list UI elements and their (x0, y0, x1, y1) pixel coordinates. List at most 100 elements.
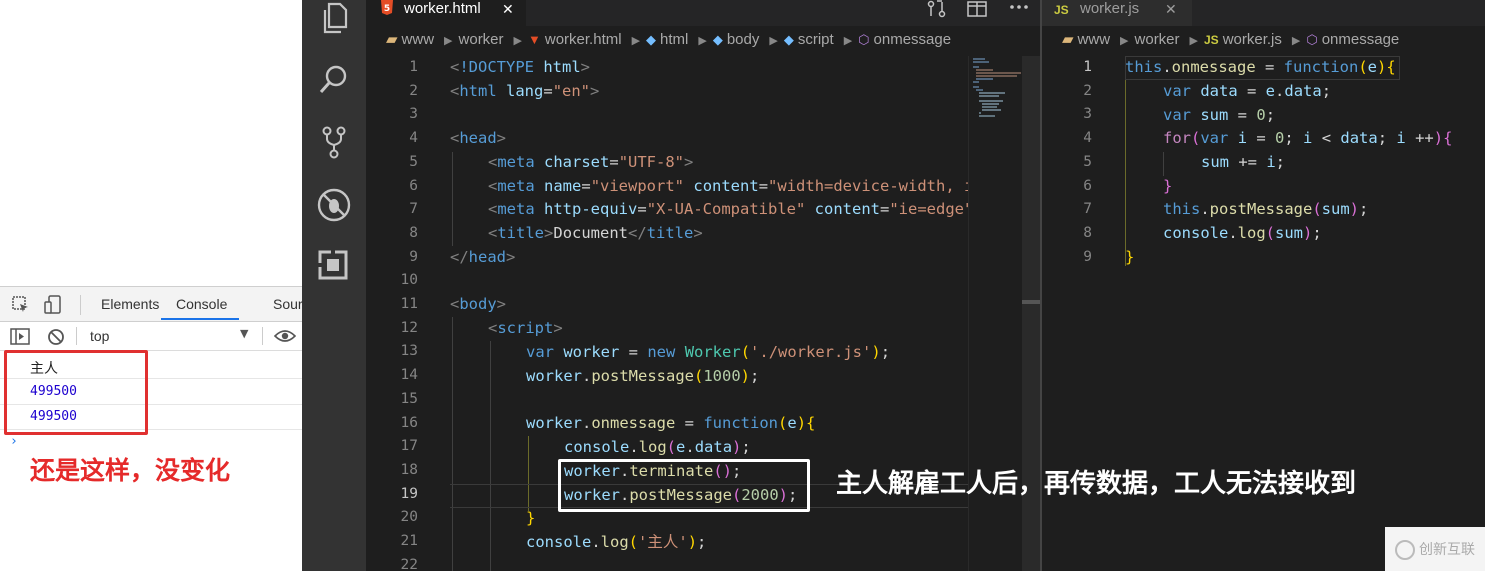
line-number: 15 (400, 390, 418, 407)
devtools-tabbar: Elements Console Sour (0, 286, 303, 322)
line-number: 18 (400, 461, 418, 478)
chevron-right-icon: ▶ (769, 35, 778, 47)
line-number: 22 (400, 556, 418, 571)
line-number: 4 (409, 130, 418, 147)
tab-worker-html[interactable]: 5 worker.html ✕ (366, 0, 526, 26)
compare-icon[interactable] (926, 0, 948, 18)
code-line: var data = e.data; (1163, 82, 1332, 100)
chevron-right-icon: ▶ (843, 35, 853, 47)
search-icon[interactable] (316, 62, 352, 98)
code-line: sum += i; (1201, 153, 1286, 171)
code-line: <meta charset="UTF-8"> (488, 153, 694, 171)
close-icon[interactable]: ✕ (1165, 0, 1177, 19)
eye-icon[interactable] (274, 329, 296, 343)
breadcrumb-item[interactable]: html (660, 31, 688, 48)
folder-icon: ▰ (386, 31, 398, 48)
tab-worker-js[interactable]: JS worker.js ✕ (1042, 0, 1192, 26)
code-line: <!DOCTYPE html> (450, 58, 591, 76)
breadcrumb-item[interactable]: worker.html (545, 31, 622, 48)
split-editor-icon[interactable] (966, 0, 988, 18)
breadcrumb-item[interactable]: onmessage (1322, 31, 1400, 48)
context-selector[interactable]: top (90, 328, 109, 344)
line-number: 20 (400, 509, 418, 526)
line-number: 6 (409, 177, 418, 194)
line-number: 17 (400, 438, 418, 455)
device-toolbar-icon[interactable] (44, 295, 64, 315)
line-number: 3 (1083, 106, 1092, 123)
devtools-panel: Elements Console Sour top ▼ 主人 499500 49… (0, 0, 303, 571)
code-line: worker.postMessage(1000); (526, 367, 760, 385)
sidebar-toggle-icon[interactable] (10, 328, 30, 346)
code-line: console.log('主人'); (526, 533, 707, 551)
source-control-icon[interactable] (316, 124, 352, 160)
tab-console[interactable]: Console (161, 296, 240, 320)
clear-console-icon[interactable] (47, 328, 65, 346)
line-number: 8 (1083, 224, 1092, 241)
line-number: 1 (1083, 59, 1092, 75)
code-line: <script> (488, 319, 563, 337)
line-number: 5 (409, 153, 418, 170)
inspect-icon[interactable] (12, 296, 30, 314)
line-number: 12 (400, 319, 418, 336)
line-number: 5 (1083, 153, 1092, 170)
line-number: 3 (409, 106, 418, 123)
code-line: this.onmessage = function(e){ (1125, 58, 1396, 76)
chevron-right-icon: ▶ (444, 35, 453, 47)
toolbar-divider (80, 295, 81, 315)
close-icon[interactable]: ✕ (502, 0, 514, 19)
breadcrumb-item[interactable]: www (1078, 31, 1111, 48)
tab-label: worker.js (1080, 0, 1140, 17)
code-line: <head> (450, 129, 507, 147)
breadcrumb-item[interactable]: worker (1135, 31, 1180, 48)
white-highlight-box (558, 459, 810, 512)
left-annotation: 还是这样，没变化 (30, 456, 231, 485)
line-number: 2 (1083, 82, 1092, 99)
chevron-down-icon[interactable]: ▼ (240, 327, 248, 340)
code-line: <meta name="viewport" content="width=dev… (488, 177, 968, 195)
code-line: } (526, 509, 536, 527)
tab-sources[interactable]: Sour (273, 296, 303, 312)
breadcrumb-item[interactable]: worker.js (1223, 31, 1282, 48)
line-number: 9 (1083, 248, 1092, 265)
breadcrumb-item[interactable]: www (402, 31, 435, 48)
breadcrumb-item[interactable]: script (798, 31, 834, 48)
breadcrumb-item[interactable]: body (727, 31, 760, 48)
code-line: <html lang="en"> (450, 82, 600, 100)
js-file-icon: JS (1204, 33, 1219, 47)
method-icon: ⬡ (858, 32, 870, 47)
method-icon: ⬡ (1306, 32, 1318, 47)
debug-icon[interactable] (316, 187, 352, 223)
editor-tabbar-right: JS worker.js ✕ (1042, 0, 1485, 26)
code-line: console.log(sum); (1163, 224, 1322, 242)
element-icon: ◆ (712, 32, 723, 47)
code-line: this.postMessage(sum); (1163, 200, 1369, 218)
code-line: <body> (450, 295, 507, 313)
indent-guide (452, 317, 453, 571)
indent-guide (1163, 152, 1164, 176)
line-number: 9 (409, 248, 418, 265)
code-line: for(var i = 0; i < data; i ++){ (1163, 129, 1453, 147)
editor-tabbar: 5 worker.html ✕ (366, 0, 1040, 26)
line-number: 10 (400, 272, 418, 289)
indent-guide (490, 341, 491, 571)
files-icon[interactable] (316, 0, 352, 36)
minimap-preview (973, 58, 1021, 117)
toolbar-divider (76, 327, 77, 345)
console-prompt[interactable]: › (10, 434, 18, 449)
activity-bar (302, 0, 366, 571)
more-icon[interactable] (1008, 2, 1030, 12)
indent-guide (452, 152, 453, 246)
line-number: 2 (409, 82, 418, 99)
breadcrumb-item[interactable]: worker (459, 31, 504, 48)
extensions-icon[interactable] (316, 248, 352, 284)
scrollbar-thumb[interactable] (1022, 300, 1040, 304)
line-number: 14 (400, 367, 418, 384)
right-annotation: 主人解雇工人后，再传数据，工人无法接收到 (836, 469, 1357, 499)
code-line: console.log(e.data); (564, 438, 751, 456)
breadcrumb: ▰ www ▶ worker ▶ ▼ worker.html ▶ ◆ html ▶ ◆ body ▶ ◆ sc… (386, 30, 955, 54)
tab-elements[interactable]: Elements (101, 296, 159, 312)
line-number: 7 (1083, 201, 1092, 218)
chevron-right-icon: ▶ (1291, 35, 1301, 47)
folder-icon: ▰ (1062, 31, 1074, 48)
breadcrumb-item[interactable]: onmessage (874, 31, 952, 48)
